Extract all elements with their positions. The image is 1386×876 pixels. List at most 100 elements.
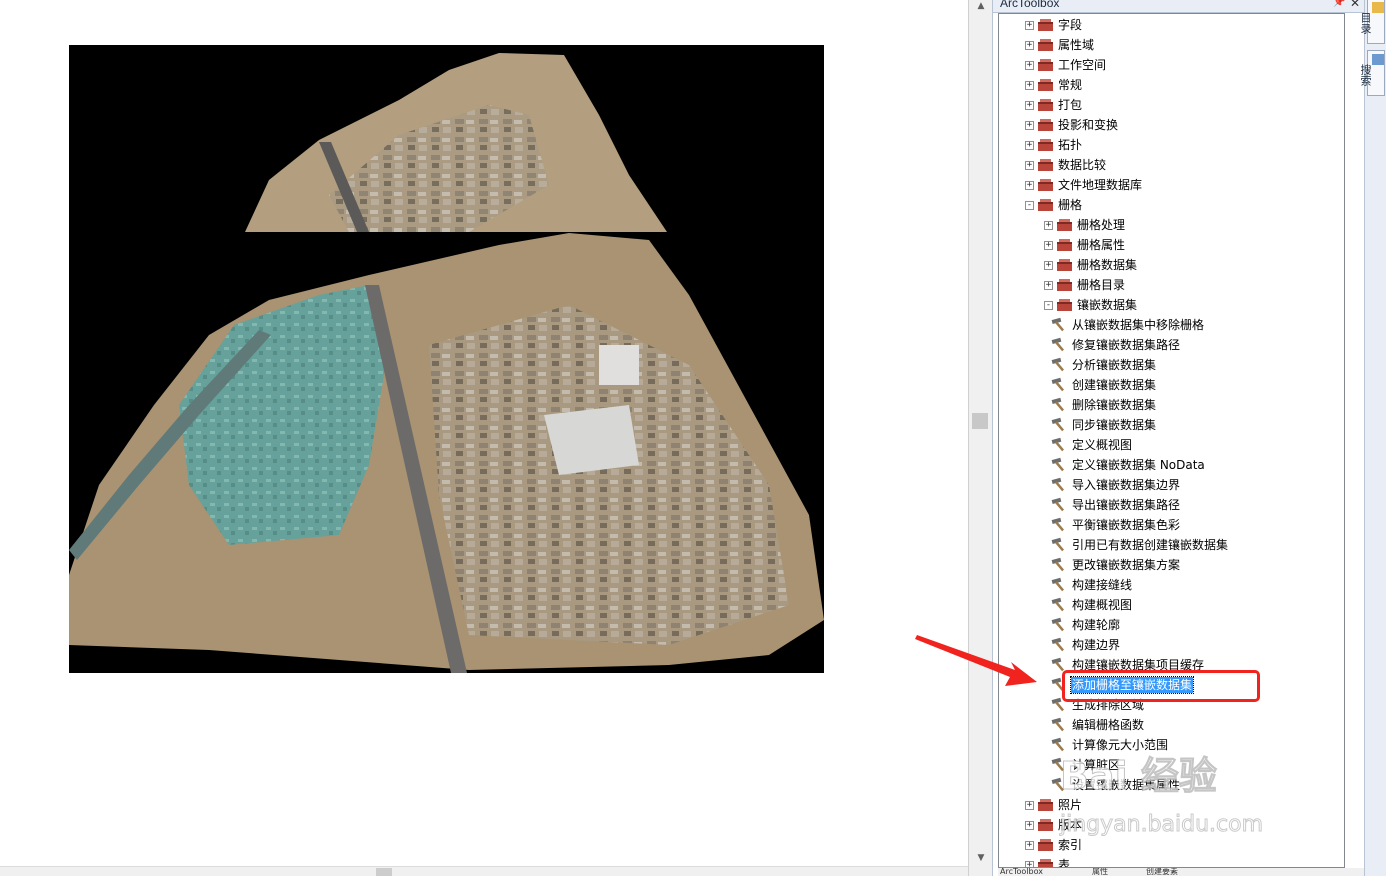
collapse-icon[interactable]: - bbox=[1044, 301, 1053, 310]
toolbox-icon bbox=[1037, 137, 1054, 152]
map-horizontal-scrollbar[interactable] bbox=[0, 866, 968, 876]
toolset-item[interactable]: + 数据比较 bbox=[999, 155, 1344, 175]
expand-icon[interactable]: + bbox=[1044, 281, 1053, 290]
toolset-item[interactable]: + 文件地理数据库 bbox=[999, 175, 1344, 195]
toolset-item[interactable]: + 索引 bbox=[999, 835, 1344, 855]
expand-icon[interactable]: + bbox=[1025, 101, 1034, 110]
toolbox-icon bbox=[1037, 797, 1054, 812]
toolset-item[interactable]: + 打包 bbox=[999, 95, 1344, 115]
toolbox-icon bbox=[1056, 237, 1073, 252]
hammer-icon bbox=[1051, 637, 1068, 652]
expand-icon[interactable]: + bbox=[1025, 21, 1034, 30]
tool-item[interactable]: 引用已有数据创建镶嵌数据集 bbox=[999, 535, 1344, 555]
tool-item[interactable]: 更改镶嵌数据集方案 bbox=[999, 555, 1344, 575]
tool-item[interactable]: 导出镶嵌数据集路径 bbox=[999, 495, 1344, 515]
expand-icon[interactable]: + bbox=[1025, 801, 1034, 810]
toolset-item[interactable]: - 镶嵌数据集 bbox=[999, 295, 1344, 315]
tree-vertical-scrollbar[interactable]: ▲ ▼ bbox=[1344, 14, 1345, 868]
watermark-url: jingyan.baidu.com bbox=[1059, 812, 1264, 838]
toolset-item[interactable]: + 字段 bbox=[999, 15, 1344, 35]
tool-item[interactable]: 同步镶嵌数据集 bbox=[999, 415, 1344, 435]
tree-item-label: 常规 bbox=[1058, 78, 1083, 92]
hammer-icon bbox=[1051, 577, 1068, 592]
tool-item[interactable]: 从镶嵌数据集中移除栅格 bbox=[999, 315, 1344, 335]
toolset-item[interactable]: + 表 bbox=[999, 855, 1344, 867]
toolbox-icon bbox=[1037, 817, 1054, 832]
toolset-item[interactable]: + 属性域 bbox=[999, 35, 1344, 55]
expand-icon[interactable]: + bbox=[1044, 221, 1053, 230]
tree-item-label: 分析镶嵌数据集 bbox=[1072, 358, 1157, 372]
tool-item[interactable]: 编辑栅格函数 bbox=[999, 715, 1344, 735]
tool-item[interactable]: 分析镶嵌数据集 bbox=[999, 355, 1344, 375]
tab-properties[interactable]: 属性 bbox=[1092, 868, 1140, 876]
tree-item-label: 栅格数据集 bbox=[1077, 258, 1138, 272]
expand-icon[interactable]: + bbox=[1025, 41, 1034, 50]
hammer-icon bbox=[1051, 357, 1068, 372]
hammer-icon bbox=[1051, 437, 1068, 452]
tool-item[interactable]: 删除镶嵌数据集 bbox=[999, 395, 1344, 415]
highlight-box bbox=[1062, 670, 1260, 702]
tool-item[interactable]: 构建轮廓 bbox=[999, 615, 1344, 635]
tree-item-label: 栅格 bbox=[1058, 198, 1083, 212]
tool-item[interactable]: 定义镶嵌数据集 NoData bbox=[999, 455, 1344, 475]
scrollbar-thumb[interactable] bbox=[376, 868, 392, 876]
tree-item-label: 定义镶嵌数据集 NoData bbox=[1072, 458, 1205, 472]
toolset-item[interactable]: - 栅格 bbox=[999, 195, 1344, 215]
expand-icon[interactable]: + bbox=[1044, 241, 1053, 250]
tree-item-label: 构建接缝线 bbox=[1072, 578, 1133, 592]
expand-icon[interactable]: + bbox=[1025, 121, 1034, 130]
dock-side-tabs: 目录 搜索 bbox=[1359, 0, 1386, 876]
tab-search[interactable]: 搜索 bbox=[1359, 50, 1385, 96]
toolset-item[interactable]: + 栅格目录 bbox=[999, 275, 1344, 295]
tool-item[interactable]: 平衡镶嵌数据集色彩 bbox=[999, 515, 1344, 535]
tool-item[interactable]: 构建接缝线 bbox=[999, 575, 1344, 595]
toolbox-tree[interactable]: + 字段 + 属性域 + 工作空间 + 常规 + 打包 + 投影和变换 + 拓扑 + 数据比较 + 文件地理数据库… bbox=[998, 13, 1345, 868]
expand-icon[interactable]: + bbox=[1025, 821, 1034, 830]
toolset-item[interactable]: + 投影和变换 bbox=[999, 115, 1344, 135]
tree-item-label: 定义概视图 bbox=[1072, 438, 1133, 452]
toolset-item[interactable]: + 栅格处理 bbox=[999, 215, 1344, 235]
expand-icon[interactable]: + bbox=[1025, 841, 1034, 850]
tree-item-label: 构建概视图 bbox=[1072, 598, 1133, 612]
tool-item[interactable]: 构建概视图 bbox=[999, 595, 1344, 615]
expand-icon[interactable]: + bbox=[1025, 61, 1034, 70]
expand-icon[interactable]: + bbox=[1025, 181, 1034, 190]
tool-item[interactable]: 修复镶嵌数据集路径 bbox=[999, 335, 1344, 355]
map-view[interactable] bbox=[0, 0, 968, 876]
hammer-icon bbox=[1051, 317, 1068, 332]
tool-item[interactable]: 构建边界 bbox=[999, 635, 1344, 655]
scroll-down-icon[interactable]: ▼ bbox=[975, 852, 987, 864]
annotation-arrow bbox=[915, 635, 1037, 686]
toolset-item[interactable]: + 工作空间 bbox=[999, 55, 1344, 75]
expand-icon[interactable]: + bbox=[1025, 81, 1034, 90]
tree-item-label: 栅格处理 bbox=[1077, 218, 1126, 232]
tool-item[interactable]: 创建镶嵌数据集 bbox=[999, 375, 1344, 395]
toolset-item[interactable]: + 常规 bbox=[999, 75, 1344, 95]
tool-item[interactable]: 导入镶嵌数据集边界 bbox=[999, 475, 1344, 495]
toolset-item[interactable]: + 栅格数据集 bbox=[999, 255, 1344, 275]
tab-catalog-label: 目录 bbox=[1359, 11, 1372, 34]
toolbox-icon bbox=[1037, 57, 1054, 72]
expand-icon[interactable]: + bbox=[1025, 141, 1034, 150]
expand-icon[interactable]: + bbox=[1025, 861, 1034, 867]
tree-item-label: 修复镶嵌数据集路径 bbox=[1072, 338, 1181, 352]
scroll-up-icon[interactable]: ▲ bbox=[975, 0, 987, 12]
expand-icon[interactable]: + bbox=[1044, 261, 1053, 270]
hammer-icon bbox=[1051, 537, 1068, 552]
tree-item-label: 打包 bbox=[1058, 98, 1083, 112]
toolbox-icon bbox=[1037, 17, 1054, 32]
tree-item-label: 索引 bbox=[1058, 838, 1083, 852]
tree-item-label: 工作空间 bbox=[1058, 58, 1107, 72]
tab-arctoolbox[interactable]: ArcToolbox bbox=[1000, 868, 1086, 876]
splitter-grip[interactable] bbox=[972, 413, 988, 429]
hammer-icon bbox=[1051, 457, 1068, 472]
tab-catalog[interactable]: 目录 bbox=[1359, 0, 1385, 44]
pin-icon[interactable]: 📌 bbox=[1333, 0, 1345, 8]
panel-splitter[interactable]: ▲ ▼ bbox=[968, 0, 992, 876]
toolset-item[interactable]: + 拓扑 bbox=[999, 135, 1344, 155]
tool-item[interactable]: 定义概视图 bbox=[999, 435, 1344, 455]
toolset-item[interactable]: + 栅格属性 bbox=[999, 235, 1344, 255]
tab-create-features[interactable]: 创建要素 bbox=[1146, 868, 1226, 876]
collapse-icon[interactable]: - bbox=[1025, 201, 1034, 210]
expand-icon[interactable]: + bbox=[1025, 161, 1034, 170]
